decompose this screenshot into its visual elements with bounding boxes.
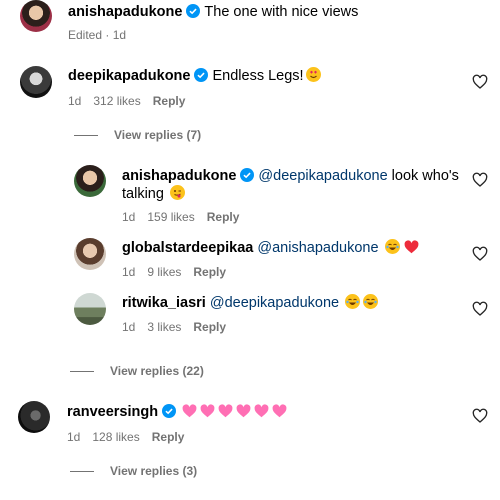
avatar[interactable] <box>74 238 106 270</box>
reply-button[interactable]: Reply <box>193 320 226 334</box>
reply-button[interactable]: Reply <box>152 430 185 444</box>
view-replies-label: View replies (3) <box>110 464 198 478</box>
reply-meta: 1d 3 likes Reply <box>122 320 238 334</box>
pink-heart-icon <box>272 404 287 418</box>
reply-username[interactable]: anishapadukone <box>122 168 236 184</box>
comment-line: ranveersingh <box>67 402 290 422</box>
caption-text: The one with nice views <box>204 4 359 20</box>
comment-text: Endless Legs! <box>212 68 304 84</box>
like-heart-icon[interactable] <box>472 301 488 317</box>
caption-meta: Edited · 1d <box>68 28 138 42</box>
avatar[interactable] <box>20 0 52 32</box>
pink-heart-icon <box>254 404 269 418</box>
caption-username[interactable]: anishapadukone <box>68 4 182 20</box>
reply-meta: 1d 159 likes Reply <box>122 210 251 224</box>
verified-icon <box>194 68 209 82</box>
reply-username[interactable]: ritwika_iasri <box>122 295 206 311</box>
comment-username[interactable]: ranveersingh <box>67 404 158 420</box>
pink-hearts <box>182 404 290 420</box>
verified-icon <box>240 168 255 182</box>
comment-username[interactable]: deepikapadukone <box>68 68 190 84</box>
verified-icon <box>186 4 201 18</box>
verified-icon <box>162 404 177 418</box>
mention-link[interactable]: @anishapadukone <box>257 240 378 256</box>
avatar[interactable] <box>74 293 106 325</box>
pink-heart-icon <box>236 404 251 418</box>
reply-button[interactable]: Reply <box>207 210 240 224</box>
laughing-emoji <box>345 294 361 309</box>
reply-meta: 1d 9 likes Reply <box>122 265 238 279</box>
view-more-replies-button[interactable]: View replies (22) <box>70 364 204 378</box>
like-heart-icon[interactable] <box>472 74 488 90</box>
winking-tongue-emoji <box>169 185 185 200</box>
red-heart-icon <box>404 240 418 254</box>
comment-time: 1d <box>68 94 82 108</box>
pink-heart-icon <box>200 404 215 418</box>
avatar[interactable] <box>20 66 52 98</box>
reply-button[interactable]: Reply <box>193 265 226 279</box>
reply-time: 1d <box>122 265 136 279</box>
heart-eyes-emoji <box>305 67 321 82</box>
reply-likes[interactable]: 159 likes <box>147 210 194 224</box>
reply-time: 1d <box>122 210 136 224</box>
comment-line: deepikapadukone Endless Legs! <box>68 66 321 86</box>
view-replies-label: View replies (22) <box>110 364 204 378</box>
comment-time: 1d <box>67 430 81 444</box>
reply-text: look who's <box>391 168 459 184</box>
comment-likes[interactable]: 312 likes <box>93 94 140 108</box>
reply-likes[interactable]: 9 likes <box>147 265 181 279</box>
avatar[interactable] <box>18 401 50 433</box>
mention-link[interactable]: @deepikapadukone <box>210 295 339 311</box>
laughing-emoji <box>384 239 400 254</box>
view-replies-button[interactable]: View replies (7) <box>74 128 201 142</box>
laughing-emoji <box>363 294 379 309</box>
comment-meta: 1d 128 likes Reply <box>67 430 196 444</box>
reply-line-2: talking <box>122 184 185 204</box>
comment-meta: 1d 312 likes Reply <box>68 94 197 108</box>
reply-line: anishapadukone @deepikapadukone look who'… <box>122 166 459 186</box>
reply-username[interactable]: globalstardeepikaa <box>122 240 253 256</box>
view-replies-label: View replies (7) <box>114 128 202 142</box>
reply-line: ritwika_iasri @deepikapadukone <box>122 293 379 313</box>
like-heart-icon[interactable] <box>472 246 488 262</box>
reply-text-2: talking <box>122 186 164 202</box>
view-replies-button[interactable]: View replies (3) <box>70 464 197 478</box>
comment-likes[interactable]: 128 likes <box>92 430 139 444</box>
reply-line: globalstardeepikaa @anishapadukone <box>122 238 419 258</box>
reply-time: 1d <box>122 320 136 334</box>
avatar[interactable] <box>74 165 106 197</box>
reply-button[interactable]: Reply <box>153 94 186 108</box>
caption-line: anishapadukone The one with nice views <box>68 2 358 22</box>
like-heart-icon[interactable] <box>472 408 488 424</box>
caption-edited-time: Edited · 1d <box>68 28 127 42</box>
pink-heart-icon <box>218 404 233 418</box>
like-heart-icon[interactable] <box>472 172 488 188</box>
reply-likes[interactable]: 3 likes <box>147 320 181 334</box>
mention-link[interactable]: @deepikapadukone <box>258 168 387 184</box>
pink-heart-icon <box>182 404 197 418</box>
